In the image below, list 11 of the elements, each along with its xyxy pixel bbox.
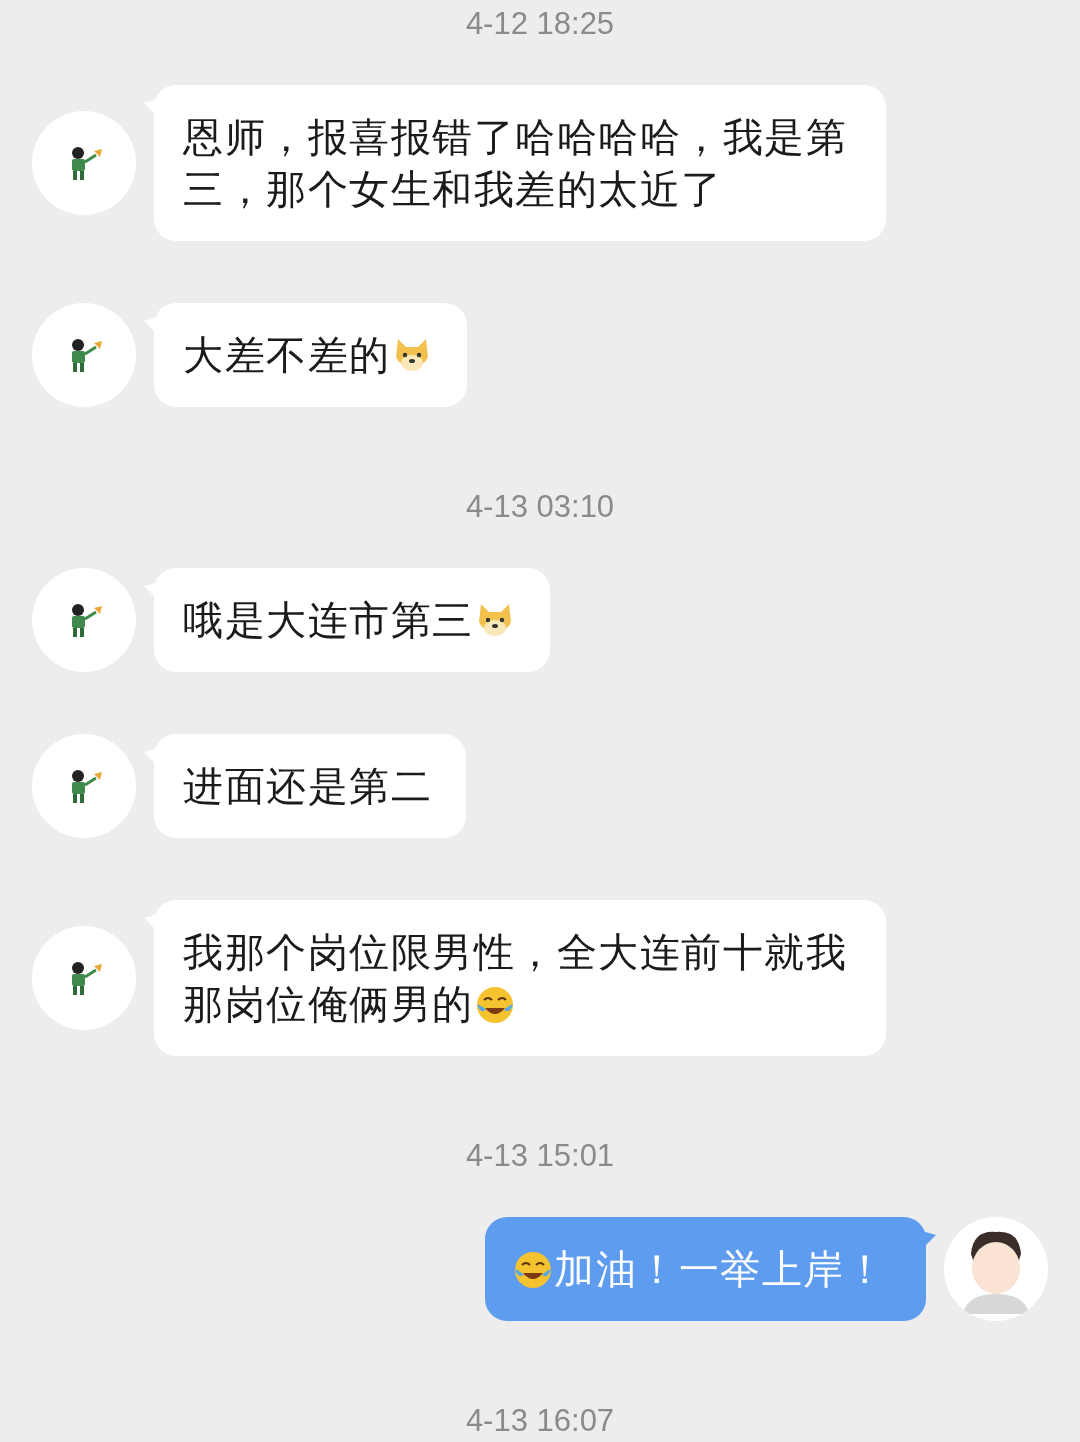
- timestamp: 4-12 18:25: [465, 6, 615, 42]
- chat-bubble: 大差不差的: [154, 303, 467, 407]
- timestamp: 4-13 15:01: [465, 1138, 615, 1174]
- chat-bubble: 加油！一举上岸！: [485, 1217, 926, 1321]
- laughing-face-icon: [512, 1249, 554, 1291]
- chat-bubble: 进面还是第二: [154, 734, 466, 838]
- chat-bubble: 恩师，报喜报错了哈哈哈哈，我是第三，那个女生和我差的太近了: [154, 85, 886, 241]
- chat-bubble: 我那个岗位限男性，全大连前十就我那岗位俺俩男的: [154, 900, 886, 1056]
- chat-bubble: 哦是大连市第三: [154, 568, 550, 672]
- timestamp: 4-13 16:07: [465, 1403, 615, 1439]
- timestamp: 4-13 03:10: [465, 489, 615, 525]
